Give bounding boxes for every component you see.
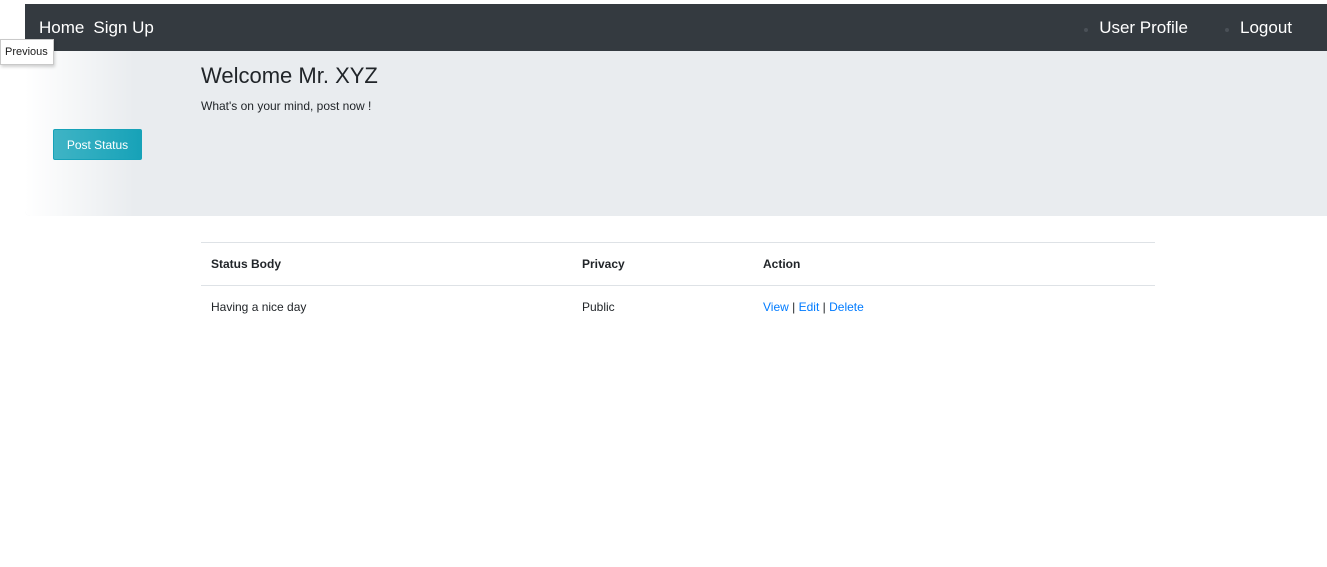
nav-home-link[interactable]: Home [39, 18, 84, 38]
nav-signup-link[interactable]: Sign Up [93, 18, 153, 38]
previous-tooltip: Previous [0, 39, 54, 65]
header-action: Action [753, 242, 1155, 286]
cell-actions: View | Edit | Delete [753, 285, 1155, 328]
nav-left: Home Sign Up [39, 4, 163, 51]
bullet-icon [1225, 27, 1229, 32]
page-subtitle: What's on your mind, post now ! [201, 99, 372, 113]
bullet-icon [1084, 27, 1089, 32]
table-header-row: Status Body Privacy Action [201, 242, 1155, 286]
post-status-button[interactable]: Post Status [53, 129, 142, 160]
status-table: Status Body Privacy Action Having a nice… [201, 242, 1155, 328]
header-status-body: Status Body [201, 242, 572, 286]
delete-link[interactable]: Delete [829, 300, 864, 314]
cell-privacy: Public [572, 285, 753, 328]
edit-link[interactable]: Edit [799, 300, 820, 314]
logout-link[interactable]: Logout [1240, 18, 1292, 38]
nav-item-logout: Logout [1225, 18, 1301, 38]
table-row: Having a nice day Public View | Edit | D… [201, 285, 1155, 328]
header-privacy: Privacy [572, 242, 753, 286]
action-separator: | [792, 300, 796, 314]
nav-right: User Profile Logout [1056, 4, 1301, 51]
cell-status-body: Having a nice day [201, 285, 572, 328]
action-separator: | [822, 300, 826, 314]
nav-item-profile: User Profile [1084, 18, 1197, 38]
view-link[interactable]: View [763, 300, 789, 314]
page-title: Welcome Mr. XYZ [201, 63, 378, 88]
user-profile-link[interactable]: User Profile [1099, 18, 1188, 38]
navbar: Home Sign Up User Profile Logout [25, 4, 1327, 51]
